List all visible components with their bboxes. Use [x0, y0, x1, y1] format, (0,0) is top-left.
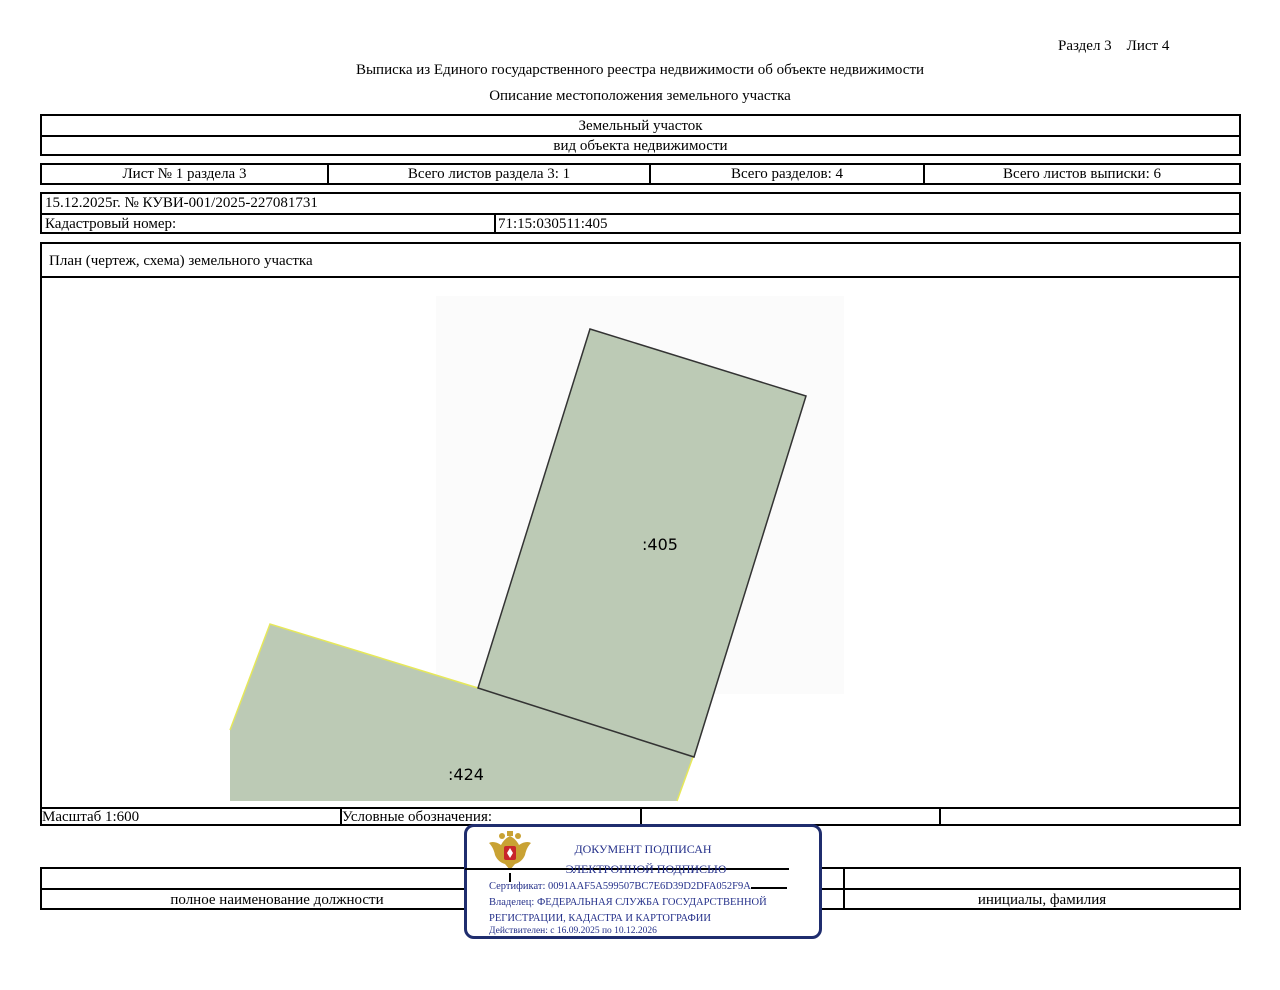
plan-heading: План (чертеж, схема) земельного участка — [49, 253, 313, 269]
record-box: 15.12.2025г. № КУВИ-001/2025-227081731 К… — [40, 192, 1241, 234]
divider — [747, 887, 787, 889]
section-sheet-number: Раздел 3 Лист 4 — [1058, 38, 1170, 54]
divider — [494, 213, 496, 232]
stamp-line1: ДОКУМЕНТ ПОДПИСАН — [574, 842, 712, 856]
divider — [939, 807, 941, 824]
object-type-box: Земельный участок вид объекта недвижимос… — [40, 114, 1241, 156]
parcel-label-405: :405 — [642, 535, 678, 554]
object-type-caption: вид объекта недвижимости — [553, 138, 728, 154]
total-extract-sheets: Всего листов выписки: 6 — [1003, 165, 1161, 182]
position-caption: полное наименование должности — [170, 891, 384, 908]
sheets-row: Лист № 1 раздела 3 Всего листов раздела … — [40, 163, 1241, 185]
parcel-label-424: :424 — [448, 765, 484, 784]
name-caption: инициалы, фамилия — [977, 891, 1107, 908]
sheet-of-section: Лист № 1 раздела 3 — [122, 165, 247, 182]
stamp-valid: Действителен: с 16.09.2025 по 10.12.2026 — [489, 926, 657, 936]
legend-label: Условные обозначения: — [342, 809, 493, 825]
document-subtitle: Описание местоположения земельного участ… — [489, 88, 791, 104]
total-sections: Всего разделов: 4 — [730, 165, 844, 182]
scale-label: Масштаб 1:600 — [42, 809, 140, 825]
stamp-owner-line2: РЕГИСТРАЦИИ, КАДАСТРА И КАРТОГРАФИИ — [489, 913, 711, 924]
stamp-certificate: Сертификат: 0091AAF5A599507BC7E6D39D2DFA… — [489, 881, 751, 893]
date-number: 15.12.2025г. № КУВИ-001/2025-227081731 — [45, 195, 318, 211]
divider — [640, 807, 642, 824]
stamp-line2: ЭЛЕКТРОННОЙ ПОДПИСЬЮ — [565, 862, 727, 876]
total-section-sheets: Всего листов раздела 3: 1 — [407, 165, 571, 182]
object-type-value: Земельный участок — [578, 117, 703, 134]
plan-drawing: :405 :424 — [229, 296, 844, 802]
cadastral-label: Кадастровый номер: — [45, 216, 177, 232]
cadastral-value: 71:15:030511:405 — [498, 216, 608, 232]
plan-box: План (чертеж, схема) земельного участка … — [40, 242, 1241, 826]
stamp-owner-line1: Владелец: ФЕДЕРАЛЬНАЯ СЛУЖБА ГОСУДАРСТВЕ… — [489, 897, 767, 908]
electronic-signature-stamp: ДОКУМЕНТ ПОДПИСАН ЭЛЕКТРОННОЙ ПОДПИСЬЮ С… — [464, 824, 822, 939]
document-title: Выписка из Единого государственного реес… — [355, 62, 925, 78]
divider — [42, 213, 1239, 215]
